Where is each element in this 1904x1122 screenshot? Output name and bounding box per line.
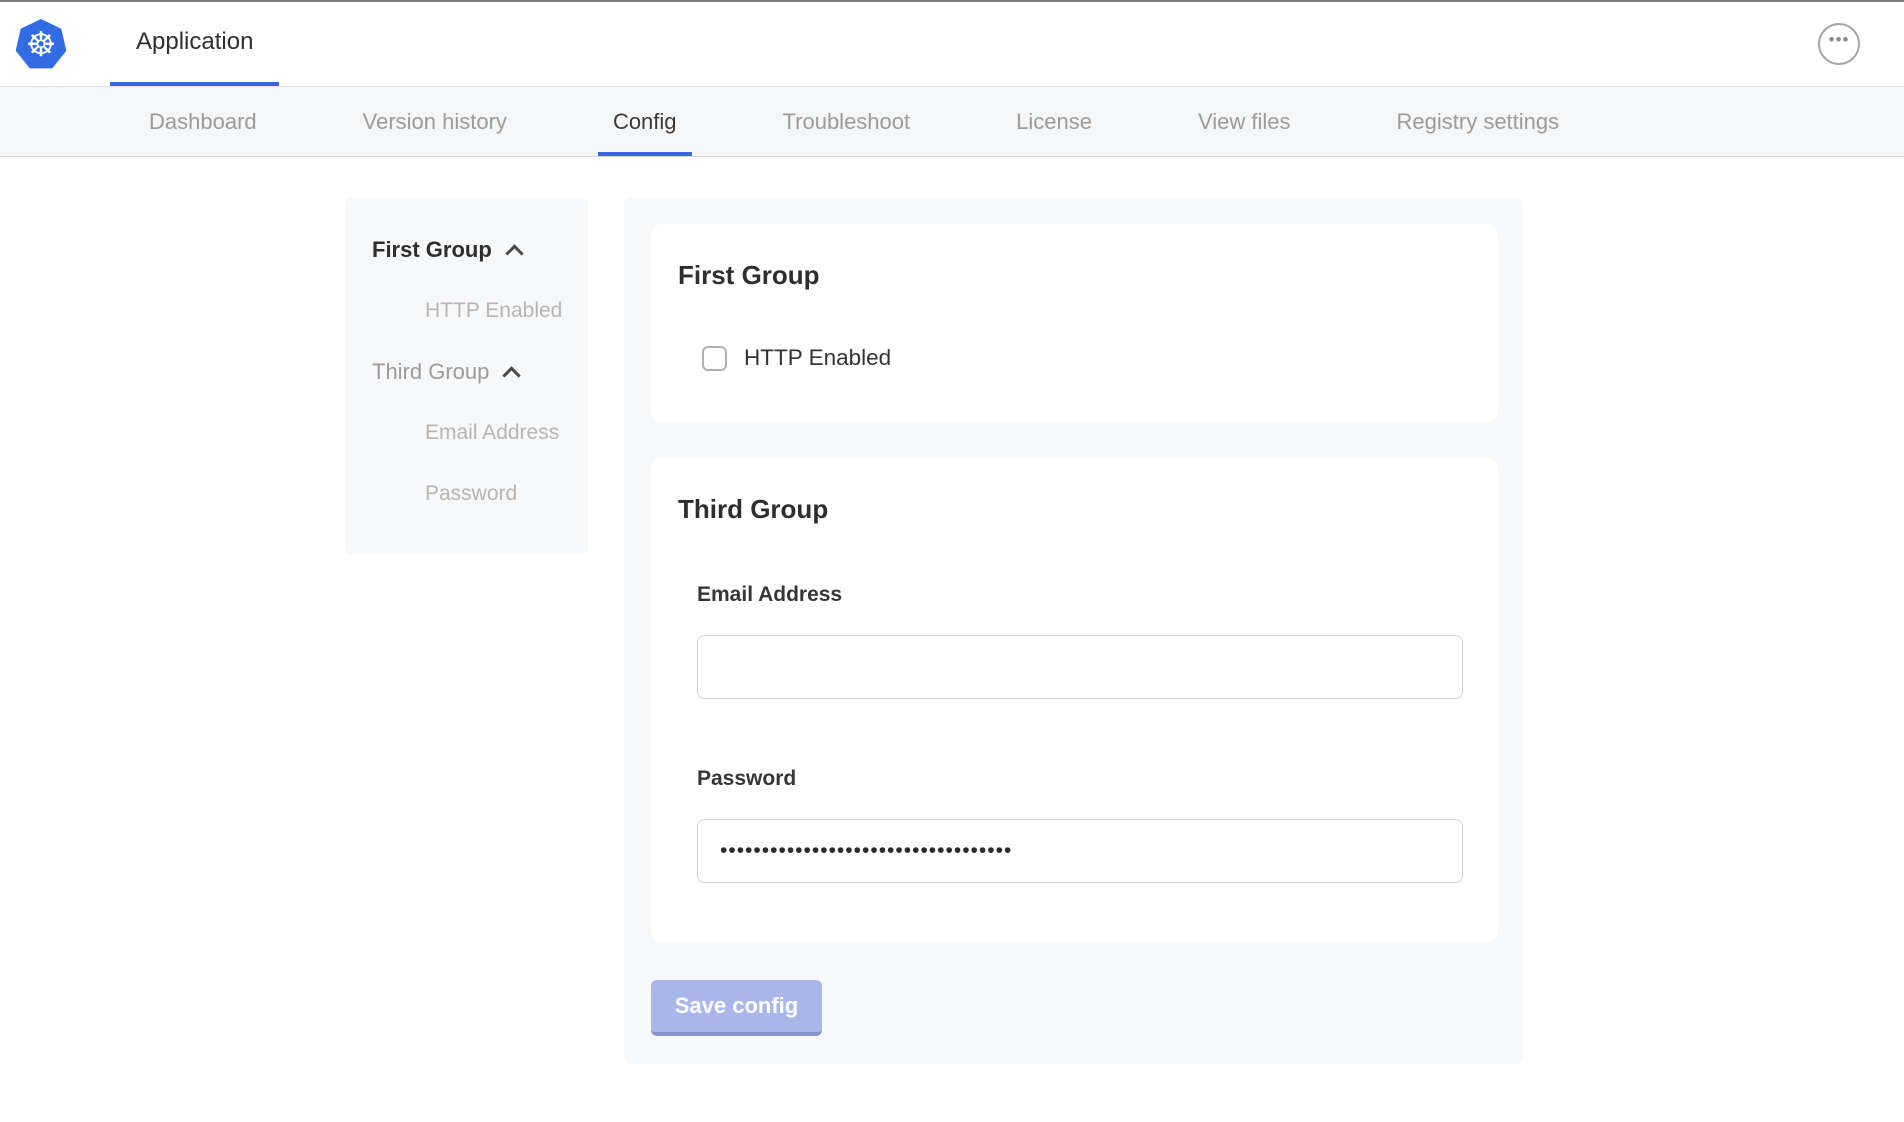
sidebar-item-label: Password — [372, 482, 517, 506]
sidebar-item-third-group[interactable]: Third Group — [345, 341, 588, 402]
password-label: Password — [697, 767, 1498, 791]
checkbox-label: HTTP Enabled — [744, 345, 891, 371]
http-enabled-checkbox[interactable] — [702, 346, 727, 371]
config-sidebar: First Group HTTP Enabled Third Group Ema… — [345, 197, 588, 555]
nav-tab-registry-settings[interactable]: Registry settings — [1382, 87, 1575, 156]
sidebar-item-password[interactable]: Password — [345, 463, 588, 524]
nav-tab-troubleshoot[interactable]: Troubleshoot — [768, 87, 926, 156]
config-group-first: First Group HTTP Enabled — [651, 224, 1498, 422]
ellipsis-icon: ••• — [1829, 30, 1850, 50]
config-group-third: Third Group Email Address Password — [651, 458, 1498, 942]
sidebar-item-email-address[interactable]: Email Address — [345, 402, 588, 463]
sidebar-item-label: HTTP Enabled — [372, 299, 562, 323]
app-header: ☸ Application ••• — [0, 2, 1904, 87]
kubernetes-logo-icon: ☸ — [15, 15, 67, 73]
config-panel: First Group HTTP Enabled Third Group Ema… — [624, 197, 1523, 1064]
chevron-up-icon — [503, 366, 521, 384]
sidebar-item-first-group[interactable]: First Group — [345, 219, 588, 280]
email-address-input[interactable] — [697, 635, 1463, 699]
app-nav: Dashboard Version history Config Trouble… — [0, 87, 1904, 157]
sidebar-item-http-enabled[interactable]: HTTP Enabled — [345, 280, 588, 341]
config-page: First Group HTTP Enabled Third Group Ema… — [0, 157, 1904, 1121]
nav-tab-config[interactable]: Config — [598, 87, 692, 156]
tab-application-label: Application — [136, 28, 253, 56]
save-config-button[interactable]: Save config — [651, 980, 822, 1036]
chevron-up-icon — [505, 244, 523, 262]
overflow-menu-button[interactable]: ••• — [1818, 23, 1860, 65]
nav-tab-version-history[interactable]: Version history — [348, 87, 522, 156]
nav-tab-dashboard[interactable]: Dashboard — [134, 87, 272, 156]
group-title: First Group — [651, 224, 1498, 291]
sidebar-item-label: First Group — [372, 237, 492, 263]
password-input[interactable] — [697, 819, 1463, 883]
http-enabled-row: HTTP Enabled — [702, 345, 1498, 371]
sidebar-item-label: Email Address — [372, 421, 559, 445]
sidebar-item-label: Third Group — [372, 359, 489, 385]
tab-application[interactable]: Application — [110, 2, 279, 86]
group-title: Third Group — [651, 458, 1498, 525]
email-address-label: Email Address — [697, 583, 1498, 607]
nav-tab-view-files[interactable]: View files — [1183, 87, 1306, 156]
helm-wheel-glyph: ☸ — [26, 28, 56, 62]
nav-tab-license[interactable]: License — [1001, 87, 1107, 156]
